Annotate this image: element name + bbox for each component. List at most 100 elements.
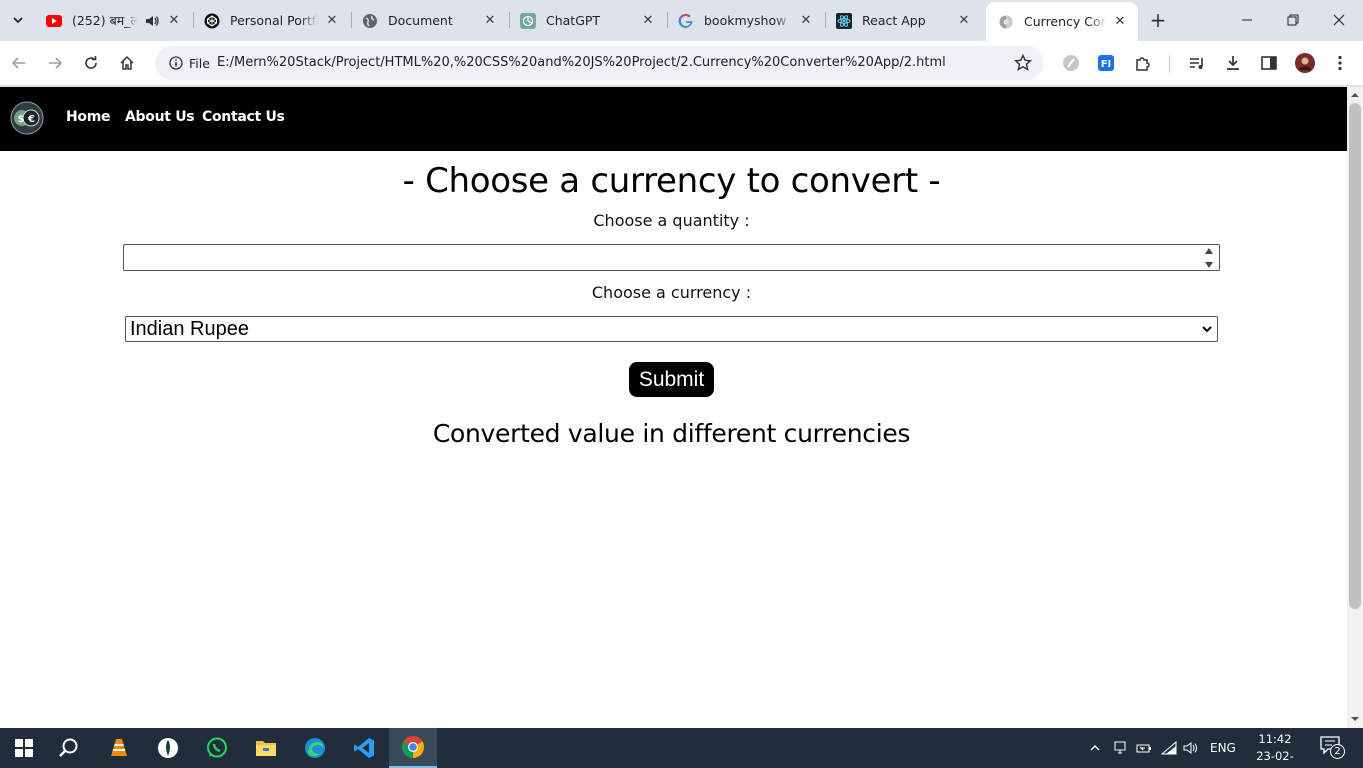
tab-search-button[interactable] <box>6 8 30 32</box>
spin-down-icon[interactable] <box>1205 262 1213 268</box>
tab-title: (252) बम_लह <box>72 13 138 28</box>
close-tab-icon[interactable]: ✕ <box>798 13 814 29</box>
side-panel-icon <box>1261 56 1277 70</box>
minimize-button[interactable] <box>1224 0 1270 40</box>
site-info-chip[interactable]: File <box>161 50 218 76</box>
new-tab-button[interactable]: + <box>1146 8 1170 32</box>
downloads-button[interactable] <box>1222 52 1244 74</box>
battery-icon <box>1136 744 1151 753</box>
reload-button[interactable] <box>78 50 104 76</box>
quantity-input[interactable] <box>123 244 1220 271</box>
taskbar-chrome[interactable] <box>389 728 437 768</box>
extension-fi[interactable]: FI <box>1095 52 1117 74</box>
spin-up-icon[interactable] <box>1205 248 1213 254</box>
taskbar-vscode[interactable] <box>340 728 388 768</box>
arrow-right-icon <box>49 57 63 69</box>
tab-title: React App <box>862 13 926 28</box>
taskbar-search-button[interactable] <box>45 728 93 768</box>
profile-button[interactable] <box>1294 52 1316 74</box>
notification-badge: 2 <box>1330 744 1345 759</box>
currency-logo-icon[interactable]: $ € <box>10 101 44 135</box>
close-tab-icon[interactable]: ✕ <box>324 13 340 29</box>
close-tab-icon[interactable]: ✕ <box>640 13 656 29</box>
tab-bookmyshow[interactable]: bookmyshow web ✕ <box>666 4 824 37</box>
nav-link-contact-us[interactable]: Contact Us <box>202 109 285 125</box>
site-navbar: $ € Home About Us Contact Us <box>0 87 1347 151</box>
url-text[interactable]: E:/Mern%20Stack/Project/HTML%20,%20CSS%2… <box>217 55 946 70</box>
tray-overflow-button[interactable] <box>1089 740 1101 756</box>
browser-menu-button[interactable] <box>1329 52 1351 74</box>
close-window-button[interactable] <box>1316 0 1362 40</box>
currency-select[interactable]: Indian Rupee <box>125 316 1218 342</box>
converted-values-heading: Converted value in different currencies <box>432 419 911 448</box>
tray-device-icon[interactable] <box>1113 740 1127 756</box>
clock-date: 23-02-2024 <box>1256 749 1294 768</box>
tab-document[interactable]: Document ✕ <box>350 4 508 37</box>
browser-toolbar: File E:/Mern%20Stack/Project/HTML%20,%20… <box>0 41 1363 86</box>
tab-personal-portfolio[interactable]: Personal Portfolio ✕ <box>192 4 350 37</box>
home-button[interactable] <box>114 50 140 76</box>
scroll-down-icon[interactable] <box>1351 715 1359 723</box>
nav-link-about-us[interactable]: About Us <box>125 109 195 125</box>
tab-title: Personal Portfolio <box>230 13 318 28</box>
submit-button[interactable]: Submit <box>629 362 714 397</box>
taskbar-clock[interactable]: 11:42 23-02-2024 <box>1244 731 1306 768</box>
vlc-icon <box>111 739 127 756</box>
speaker-icon[interactable] <box>144 13 160 29</box>
close-tab-icon[interactable]: ✕ <box>482 13 498 29</box>
tray-volume[interactable] <box>1183 740 1199 756</box>
forward-button[interactable] <box>42 50 68 76</box>
close-tab-icon[interactable]: ✕ <box>166 13 182 29</box>
vscode-icon <box>354 738 374 758</box>
download-icon <box>1227 56 1239 70</box>
extension-grayscale[interactable] <box>1060 52 1082 74</box>
info-icon <box>169 56 183 70</box>
close-tab-icon[interactable]: ✕ <box>956 13 972 29</box>
address-bar[interactable]: File E:/Mern%20Stack/Project/HTML%20,%20… <box>155 46 1044 80</box>
side-panel-button[interactable] <box>1258 52 1280 74</box>
chevron-down-icon <box>13 17 23 24</box>
clock-time: 11:42 <box>1258 732 1292 746</box>
currency-selected-value: Indian Rupee <box>130 318 249 340</box>
folder-icon <box>256 741 276 756</box>
nav-link-home[interactable]: Home <box>66 109 111 125</box>
back-button[interactable] <box>6 50 32 76</box>
restore-icon <box>1287 14 1299 26</box>
windows-logo-icon <box>15 739 33 757</box>
tab-chatgpt[interactable]: ChatGPT ✕ <box>508 4 666 37</box>
taskbar-whatsapp[interactable] <box>193 728 241 768</box>
tray-battery[interactable] <box>1136 740 1152 756</box>
taskbar-vlc[interactable] <box>95 728 143 768</box>
wifi-icon <box>1161 741 1177 755</box>
toolbar-divider <box>1169 55 1170 73</box>
tray-wifi[interactable] <box>1161 740 1177 756</box>
tab-react-app[interactable]: React App ✕ <box>824 4 982 37</box>
close-tab-icon[interactable]: ✕ <box>1112 14 1128 30</box>
queue-music-icon <box>1190 58 1203 69</box>
scrollbar-thumb[interactable] <box>1349 103 1361 609</box>
close-icon <box>1333 14 1345 26</box>
currency-label: Choose a currency : <box>591 283 752 302</box>
tab-youtube[interactable]: (252) बम_लह ✕ <box>34 4 192 37</box>
quantity-stepper[interactable] <box>1203 248 1215 268</box>
bookmark-star-icon[interactable] <box>1014 54 1032 72</box>
start-button[interactable] <box>0 728 48 768</box>
tab-title: Currency Converter <box>1024 14 1106 29</box>
chevron-down-icon <box>1202 326 1212 333</box>
taskbar-file-explorer[interactable] <box>242 728 290 768</box>
notification-center-button[interactable]: 2 <box>1320 736 1345 759</box>
chatgpt-icon <box>520 12 536 29</box>
restore-button[interactable] <box>1270 0 1316 40</box>
scheme-label: File <box>189 55 210 71</box>
taskbar-mongodb-compass[interactable] <box>144 728 192 768</box>
extensions-button[interactable] <box>1132 52 1154 74</box>
media-control-button[interactable] <box>1186 52 1208 74</box>
page-icon <box>998 14 1014 30</box>
tab-currency-converter[interactable]: Currency Converter ✕ <box>986 2 1138 41</box>
page-viewport: $ € Home About Us Contact Us - Choose a … <box>0 87 1347 728</box>
tray-language[interactable]: ENG <box>1210 740 1236 756</box>
scroll-up-icon[interactable] <box>1351 91 1359 99</box>
page-scrollbar[interactable] <box>1347 87 1363 728</box>
tab-title: bookmyshow web <box>704 13 792 28</box>
taskbar-edge[interactable] <box>291 728 339 768</box>
